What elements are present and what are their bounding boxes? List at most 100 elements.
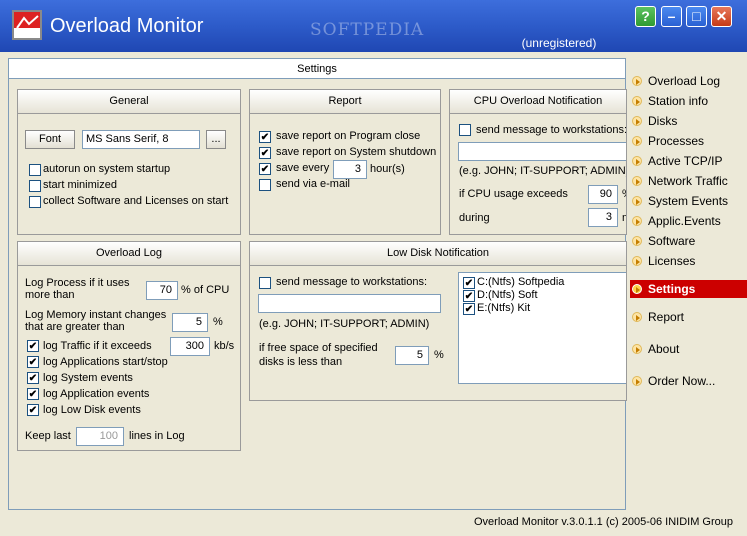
sidebar-item-station-info[interactable]: Station info (632, 92, 708, 110)
sidebar-item-label: About (648, 342, 680, 356)
log-application-events-checkbox[interactable] (27, 388, 39, 400)
sidebar-item-label: Processes (648, 134, 705, 148)
sidebar-item-processes[interactable]: Processes (632, 132, 704, 150)
sidebar-item-software[interactable]: Software (632, 232, 695, 250)
font-field[interactable]: MS Sans Serif, 8 (82, 130, 200, 149)
font-browse-button[interactable]: ... (206, 130, 226, 149)
save-on-shutdown-checkbox[interactable] (259, 147, 271, 159)
disk-e-checkbox[interactable] (463, 303, 475, 315)
save-on-close-label: save report on Program close (276, 130, 421, 142)
collect-software-checkbox[interactable] (29, 196, 41, 208)
sidebar-item-label: Licenses (648, 254, 696, 268)
sidebar-item-label: System Events (648, 194, 729, 208)
report-group: Report save report on Program close save… (249, 89, 441, 235)
title-bar: Overload Monitor SOFTPEDIA (unregistered… (0, 0, 747, 52)
arrow-icon (632, 312, 642, 322)
arrow-icon (632, 344, 642, 354)
close-button[interactable]: ✕ (711, 6, 732, 27)
sidebar-item-licenses[interactable]: Licenses (632, 252, 695, 270)
send-email-label: send via e-mail (276, 178, 350, 190)
log-memory-field[interactable]: 5 (172, 313, 208, 332)
autorun-label: autorun on system startup (43, 163, 171, 175)
sidebar-item-system-events[interactable]: System Events (632, 192, 728, 210)
save-every-label: save every (276, 162, 330, 174)
sidebar-item-order-now[interactable]: Order Now... (632, 372, 715, 390)
sidebar-item-applic-events[interactable]: Applic.Events (632, 212, 721, 230)
sidebar-item-overload-log[interactable]: Overload Log (632, 72, 720, 90)
log-low-disk-events-checkbox[interactable] (27, 404, 39, 416)
log-process-label: Log Process if it uses more than (25, 277, 130, 301)
sidebar-item-label: Applic.Events (648, 214, 721, 228)
arrow-icon (632, 156, 642, 166)
log-applications-label: log Applications start/stop (43, 356, 168, 368)
arrow-icon (632, 176, 642, 186)
cpu-during-label: during (459, 212, 490, 224)
log-applications-checkbox[interactable] (27, 356, 39, 368)
log-process-unit: % of CPU (181, 284, 230, 296)
overload-log-title: Overload Log (18, 242, 240, 266)
sidebar-item-label: Active TCP/IP (648, 154, 723, 168)
report-title: Report (250, 90, 440, 114)
sidebar-item-settings[interactable]: Settings (630, 280, 747, 298)
arrow-icon (632, 216, 642, 226)
log-traffic-unit: kb/s (214, 340, 235, 352)
watermark: SOFTPEDIA (310, 20, 425, 40)
log-memory-label: Log Memory instant changes that are grea… (25, 309, 167, 333)
sidebar-item-label: Order Now... (648, 374, 716, 388)
cpu-send-message-checkbox[interactable] (459, 124, 471, 136)
collect-software-label: collect Software and Licenses on start (43, 195, 229, 207)
cpu-exceeds-unit: % (622, 188, 626, 200)
app-title: Overload Monitor (50, 15, 204, 37)
log-process-field[interactable]: 70 (146, 281, 178, 300)
disk-list[interactable]: C:(Ntfs) Softpedia D:(Ntfs) Soft E:(Ntfs… (458, 272, 626, 384)
disk-d-checkbox[interactable] (463, 290, 475, 302)
log-system-events-checkbox[interactable] (27, 372, 39, 384)
cpu-exceeds-label: if CPU usage exceeds (459, 188, 568, 200)
panel-title: Settings (9, 59, 625, 79)
log-traffic-field[interactable]: 300 (170, 337, 210, 356)
disk-workstations-field[interactable] (258, 294, 441, 313)
sidebar-item-active-tcpip[interactable]: Active TCP/IP (632, 152, 722, 170)
font-button[interactable]: Font (25, 130, 75, 149)
log-traffic-checkbox[interactable] (27, 340, 39, 352)
general-title: General (18, 90, 240, 114)
sidebar-item-network-traffic[interactable]: Network Traffic (632, 172, 728, 190)
autorun-checkbox[interactable] (29, 164, 41, 176)
save-every-checkbox[interactable] (259, 163, 271, 175)
save-on-close-checkbox[interactable] (259, 131, 271, 143)
start-minimized-checkbox[interactable] (29, 180, 41, 192)
sidebar-item-label: Disks (648, 114, 678, 128)
disk-c-checkbox[interactable] (463, 277, 475, 289)
log-traffic-label: log Traffic if it exceeds (43, 340, 152, 352)
disk-send-message-checkbox[interactable] (259, 277, 271, 289)
cpu-during-unit: m (622, 212, 626, 224)
sidebar-item-disks[interactable]: Disks (632, 112, 677, 130)
settings-panel: Settings General Font MS Sans Serif, 8 .… (8, 58, 627, 510)
sidebar-item-about[interactable]: About (632, 340, 679, 358)
cpu-workstations-field[interactable] (458, 142, 626, 161)
cpu-during-field[interactable]: 3 (588, 208, 618, 227)
cpu-notification-group: CPU Overload Notification send message t… (449, 89, 627, 235)
disk-free-label: if free space of specified disks is less… (259, 342, 378, 368)
arrow-icon (632, 196, 642, 206)
save-every-hours-field[interactable]: 3 (333, 160, 367, 179)
keep-last-label: Keep last (25, 430, 71, 442)
disk-free-unit: % (434, 349, 444, 361)
send-email-checkbox[interactable] (259, 179, 271, 191)
cpu-notification-title: CPU Overload Notification (450, 90, 626, 114)
help-button[interactable]: ? (635, 6, 656, 27)
maximize-button[interactable]: □ (686, 6, 707, 27)
sidebar-item-report[interactable]: Report (632, 308, 684, 326)
arrow-icon (632, 284, 642, 294)
cpu-example-label: (e.g. JOHN; IT-SUPPORT; ADMIN) (459, 165, 627, 177)
general-group: General Font MS Sans Serif, 8 ... autoru… (17, 89, 241, 235)
sidebar-item-label: Software (648, 234, 696, 248)
log-system-events-label: log System events (43, 372, 133, 384)
keep-last-field[interactable]: 100 (76, 427, 124, 446)
sidebar-item-label: Network Traffic (648, 174, 728, 188)
registration-status: (unregistered) (521, 36, 597, 50)
app-window: Overload Monitor SOFTPEDIA (unregistered… (0, 0, 747, 536)
minimize-button[interactable]: – (661, 6, 682, 27)
cpu-exceeds-field[interactable]: 90 (588, 185, 618, 204)
disk-free-field[interactable]: 5 (395, 346, 429, 365)
